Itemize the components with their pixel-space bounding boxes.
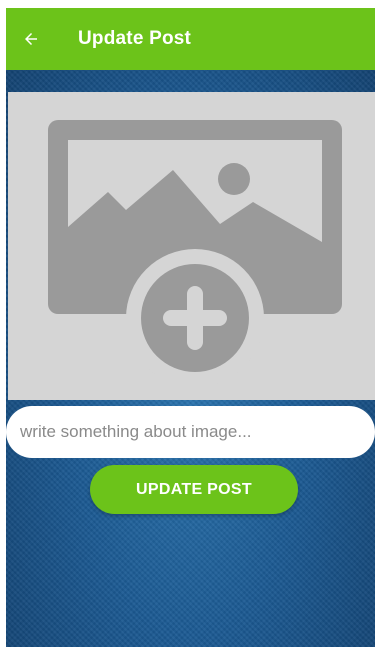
page-title: Update Post — [78, 28, 192, 49]
screen: Update Post UPDATE POST — [6, 8, 375, 647]
arrow-left-icon — [25, 33, 37, 45]
back-button[interactable] — [6, 8, 56, 70]
app-bar: Update Post — [6, 8, 375, 70]
image-picker[interactable] — [8, 92, 375, 400]
add-photo-icon — [48, 120, 342, 387]
caption-input[interactable] — [6, 406, 375, 458]
update-post-button[interactable]: UPDATE POST — [90, 465, 298, 514]
